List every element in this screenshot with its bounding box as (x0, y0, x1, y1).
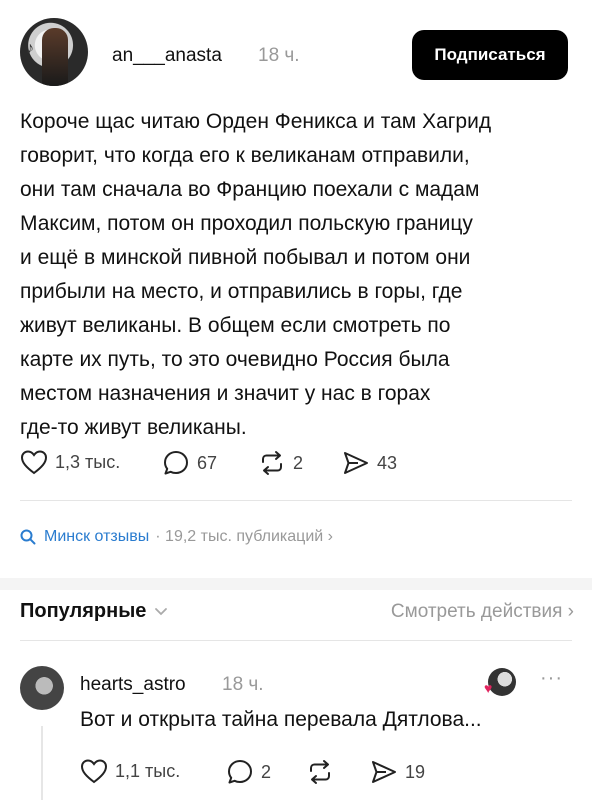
reply-share-button[interactable]: 19 (370, 758, 425, 786)
post-text-line: и ещё в минской пивной побывал и потом о… (20, 246, 471, 269)
sort-label: Популярные (20, 600, 147, 622)
reply-share-count: 19 (405, 761, 426, 782)
repost-button[interactable]: 2 (258, 449, 303, 477)
send-icon (344, 452, 368, 474)
heart-icon (80, 759, 108, 784)
post-text-line: говорит, что когда его к великанам отпра… (20, 144, 470, 167)
post-text-line: Максим, потом он проходил польскую грани… (20, 212, 473, 235)
topic-name: Минск отзывы (44, 528, 150, 545)
thread-line (41, 726, 43, 800)
view-activity-link[interactable]: Смотреть действия › (391, 601, 574, 623)
topic-meta: · 19,2 тыс. публикаций › (155, 528, 333, 545)
more-options-icon[interactable]: ··· (540, 667, 563, 690)
avatar-figure (42, 28, 68, 86)
share-count: 43 (377, 452, 398, 473)
post-time: 18 ч. (258, 45, 300, 66)
post-text-line: живут великаны. В общем если смотреть по (20, 314, 451, 337)
chevron-down-icon (154, 600, 168, 623)
music-note-icon: ♪ (26, 40, 34, 57)
post-header: ♪ an___anasta 18 ч. Подписаться (20, 18, 572, 98)
post-text: Короче щас читаю Орден Феникса и там Хаг… (20, 105, 572, 445)
reply-comment-count: 2 (261, 761, 272, 782)
reply-text: Вот и открыта тайна перевала Дятлова... (80, 708, 482, 731)
author-liked-avatar: ♥ (484, 668, 516, 696)
reply-repost-button[interactable] (306, 758, 341, 786)
post-text-line: Короче щас читаю Орден Феникса и там Хаг… (20, 110, 492, 133)
post-text-line: карте их путь, то это очевидно Россия бы… (20, 348, 450, 371)
sort-dropdown[interactable]: Популярные (20, 600, 168, 623)
divider (20, 640, 572, 641)
reply-like-button[interactable]: 1,1 тыс. (80, 758, 180, 784)
post-text-line: они там сначала во Францию поехали с мад… (20, 178, 480, 201)
author-username[interactable]: an___anasta (112, 45, 222, 67)
heart-badge-icon: ♥ (484, 680, 493, 696)
reply-actions: 1,1 тыс. 2 19 (80, 758, 560, 788)
post-text-line: где-то живут великаны. (20, 416, 247, 439)
like-count: 1,3 тыс. (55, 451, 121, 472)
post-actions: 1,3 тыс. 67 2 43 (20, 449, 580, 479)
send-icon (372, 761, 396, 783)
like-button[interactable]: 1,3 тыс. (20, 449, 120, 475)
reply-username[interactable]: hearts_astro (80, 674, 186, 696)
share-button[interactable]: 43 (342, 449, 397, 477)
repost-icon (310, 760, 330, 784)
subscribe-button[interactable]: Подписаться (412, 30, 568, 80)
section-separator (0, 578, 592, 590)
comment-icon (228, 760, 252, 784)
topic-link[interactable]: Минск отзывы · 19,2 тыс. публикаций › (20, 528, 333, 546)
reply-author-avatar[interactable] (20, 666, 64, 710)
repost-count: 2 (293, 452, 304, 473)
reply-time: 18 ч. (222, 674, 264, 695)
post-text-line: прибыли на место, и отправились в горы, … (20, 280, 463, 303)
reply-comment-button[interactable]: 2 (226, 758, 271, 786)
author-avatar[interactable]: ♪ (20, 18, 88, 86)
comment-count: 67 (197, 452, 218, 473)
post-text-line: местом назначения и значит у нас в горах (20, 382, 431, 405)
divider (20, 500, 572, 501)
reply-like-count: 1,1 тыс. (115, 760, 181, 781)
search-icon (20, 529, 36, 545)
comment-icon (164, 451, 188, 475)
repost-icon (262, 451, 282, 475)
heart-icon (20, 450, 48, 475)
comment-button[interactable]: 67 (162, 449, 217, 477)
